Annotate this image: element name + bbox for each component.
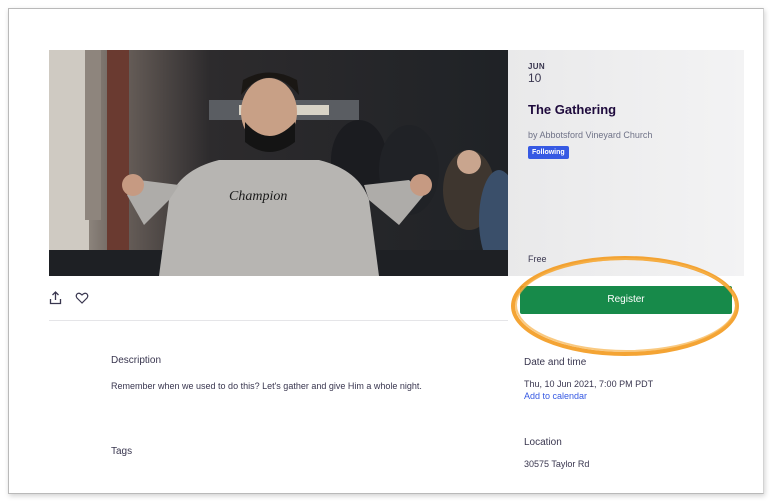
datetime-heading: Date and time: [524, 357, 587, 368]
description-heading: Description: [111, 355, 162, 366]
location-address: 30575 Taylor Rd: [524, 459, 590, 469]
event-day: 10: [528, 71, 542, 85]
event-organizer[interactable]: by Abbotsford Vineyard Church: [528, 130, 652, 140]
svg-text:Champion: Champion: [229, 189, 287, 204]
share-icon[interactable]: [49, 291, 62, 305]
location-heading: Location: [524, 437, 562, 448]
tags-heading: Tags: [111, 446, 133, 457]
event-price: Free: [528, 254, 547, 264]
add-to-calendar-link[interactable]: Add to calendar: [524, 391, 587, 401]
datetime-value: Thu, 10 Jun 2021, 7:00 PM PDT: [524, 379, 654, 389]
event-summary-card: JUN 10 The Gathering by Abbotsford Viney…: [508, 50, 744, 276]
section-divider: [49, 320, 508, 321]
register-button[interactable]: Register: [520, 286, 732, 314]
event-title: The Gathering: [528, 102, 617, 117]
description-text: Remember when we used to do this? Let's …: [111, 381, 422, 391]
heart-icon[interactable]: [75, 291, 89, 305]
event-hero-image: Champion: [49, 50, 508, 276]
event-month: JUN: [528, 62, 545, 71]
following-button[interactable]: Following: [528, 146, 569, 159]
